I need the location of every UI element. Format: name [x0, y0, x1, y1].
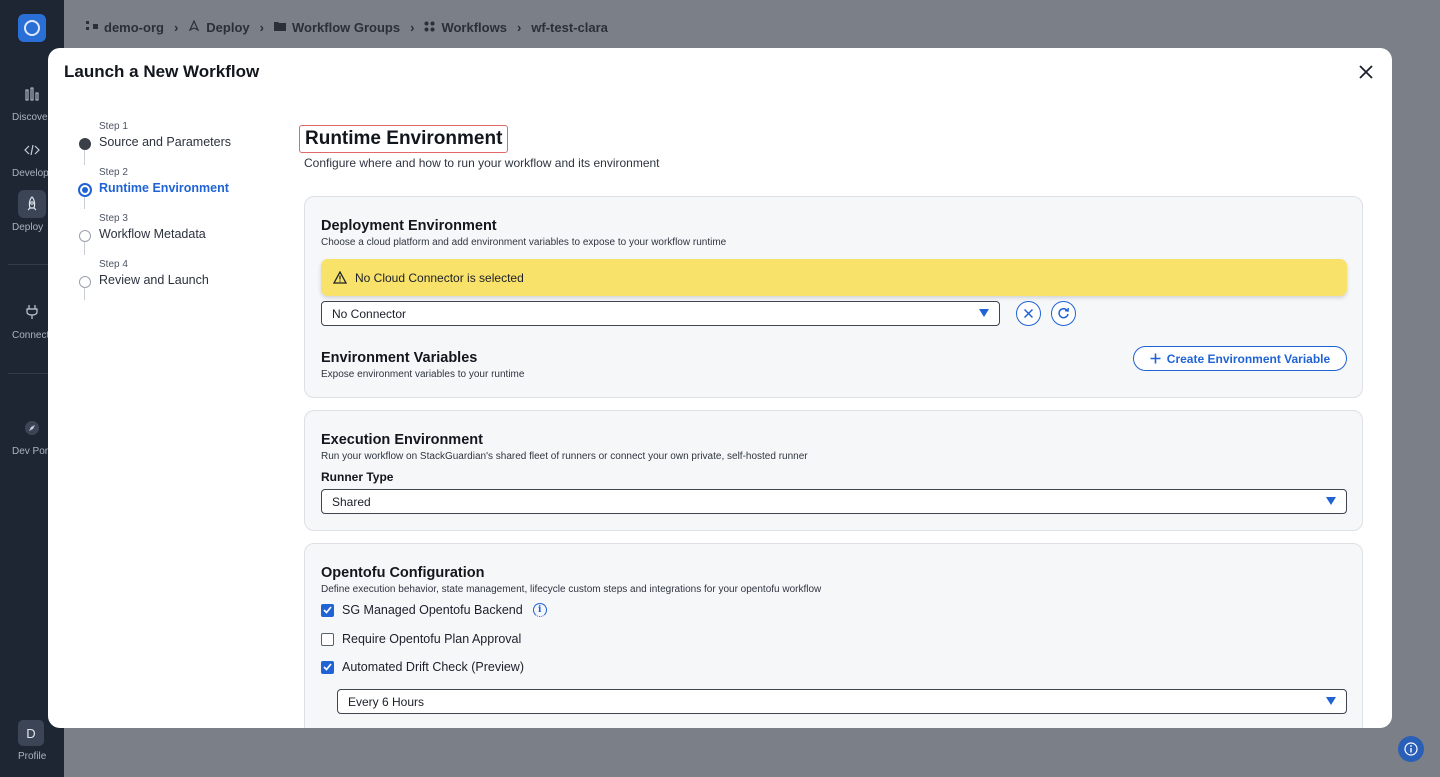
section-description: Run your workflow on StackGuardian's sha…: [321, 451, 808, 462]
runner-type-label: Runner Type: [321, 470, 394, 484]
close-icon: [1023, 308, 1034, 319]
avatar[interactable]: D: [18, 720, 44, 746]
breadcrumb-item-current: wf-test-clara: [531, 20, 608, 35]
create-env-var-button[interactable]: Create Environment Variable: [1133, 346, 1347, 371]
select-value: Shared: [332, 494, 371, 509]
section-description: Define execution behavior, state managem…: [321, 584, 822, 595]
grid-icon: [424, 21, 435, 35]
stepper: Step 1 Source and Parameters Step 2 Runt…: [76, 120, 276, 304]
step-label: Workflow Metadata: [99, 227, 206, 241]
info-icon[interactable]: i: [532, 603, 547, 617]
plus-icon: [1150, 353, 1161, 364]
checkbox[interactable]: [321, 632, 334, 646]
plan-approval-option[interactable]: Require Opentofu Plan Approval: [321, 632, 521, 646]
select-value: Every 6 Hours: [348, 694, 425, 709]
breadcrumb-item-workflows[interactable]: Workflows: [424, 20, 507, 35]
page-title: Runtime Environment: [299, 125, 509, 153]
caret-down-icon: [1326, 697, 1336, 705]
breadcrumb-label: Workflows: [441, 20, 507, 35]
sg-managed-backend-option[interactable]: SG Managed Opentofu Backend i: [321, 603, 547, 617]
info-icon: [1404, 742, 1418, 756]
compass-icon: [18, 414, 46, 442]
breadcrumb-label: Workflow Groups: [291, 20, 401, 35]
select-value: No Connector: [332, 306, 407, 321]
app-logo[interactable]: [18, 14, 46, 42]
step-label: Runtime Environment: [99, 181, 229, 195]
bar-chart-icon: [18, 80, 46, 108]
env-vars-title: Environment Variables: [321, 350, 478, 366]
org-icon: [86, 21, 98, 34]
chevron-right-icon: ›: [173, 20, 179, 35]
breadcrumb: demo-org › Deploy › Workflow Groups › Wo…: [86, 19, 608, 35]
no-connector-alert: No Cloud Connector is selected: [321, 259, 1347, 296]
profile-label: Profile: [18, 751, 47, 762]
caret-down-icon: [1326, 497, 1336, 505]
refresh-icon: [1058, 307, 1070, 319]
breadcrumb-label: wf-test-clara: [531, 20, 608, 35]
step-source-parameters[interactable]: Step 1 Source and Parameters: [76, 121, 276, 166]
chevron-right-icon: ›: [410, 20, 415, 35]
step-label: Review and Launch: [99, 273, 209, 287]
step-number: Step 1: [99, 121, 128, 132]
help-button[interactable]: [1398, 736, 1424, 762]
close-icon: [1359, 65, 1373, 79]
step-number: Step 3: [99, 213, 128, 224]
alert-text: No Cloud Connector is selected: [355, 270, 524, 285]
drift-interval-select[interactable]: Every 6 Hours: [337, 689, 1347, 714]
section-description: Choose a cloud platform and add environm…: [321, 237, 727, 248]
breadcrumb-item-deploy[interactable]: Deploy: [188, 19, 250, 35]
runner-type-select[interactable]: Shared: [321, 489, 1347, 514]
step-pending-icon: [79, 276, 91, 288]
checkbox[interactable]: [321, 660, 334, 674]
section-title: Deployment Environment: [321, 218, 497, 234]
check-icon: [323, 606, 332, 614]
option-label: Automated Drift Check (Preview): [342, 660, 525, 674]
drift-check-option[interactable]: Automated Drift Check (Preview): [321, 660, 524, 674]
opentofu-configuration-card: Opentofu Configuration Define execution …: [304, 543, 1363, 728]
breadcrumb-label: Deploy: [206, 20, 250, 35]
code-icon: [18, 136, 46, 164]
step-pending-icon: [79, 230, 91, 242]
execution-environment-card: Execution Environment Run your workflow …: [304, 410, 1363, 531]
check-icon: [323, 663, 332, 671]
option-label: Require Opentofu Plan Approval: [342, 632, 522, 646]
step-workflow-metadata[interactable]: Step 3 Workflow Metadata: [76, 213, 276, 258]
close-button[interactable]: [1354, 60, 1378, 84]
clear-connector-button[interactable]: [1016, 301, 1041, 326]
cloud-connector-select[interactable]: No Connector: [321, 301, 1000, 326]
breadcrumb-item-workflow-groups[interactable]: Workflow Groups: [273, 20, 401, 35]
chevron-right-icon: ›: [259, 20, 264, 35]
launch-workflow-modal: Launch a New Workflow Step 1 Source and …: [48, 48, 1392, 728]
section-title: Opentofu Configuration: [321, 565, 485, 581]
refresh-connectors-button[interactable]: [1051, 301, 1076, 326]
step-active-icon: [78, 183, 92, 197]
plug-icon: [18, 298, 46, 326]
rocket-icon: [188, 19, 200, 35]
button-label: Create Environment Variable: [1166, 351, 1331, 366]
warning-icon: [333, 271, 347, 284]
chevron-right-icon: ›: [516, 20, 522, 35]
step-review-launch[interactable]: Step 4 Review and Launch: [76, 259, 276, 304]
breadcrumb-item-org[interactable]: demo-org: [86, 20, 164, 35]
step-number: Step 4: [99, 259, 128, 270]
rocket-icon: [18, 190, 46, 218]
step-number: Step 2: [99, 167, 128, 178]
deployment-environment-card: Deployment Environment Choose a cloud pl…: [304, 196, 1363, 398]
folder-icon: [273, 21, 286, 34]
caret-down-icon: [979, 309, 989, 317]
step-label: Source and Parameters: [99, 135, 232, 149]
checkbox[interactable]: [321, 603, 334, 617]
section-title: Execution Environment: [321, 432, 483, 448]
step-complete-icon: [79, 138, 91, 150]
page-subtitle: Configure where and how to run your work…: [304, 156, 660, 170]
step-runtime-environment[interactable]: Step 2 Runtime Environment: [76, 167, 276, 212]
option-label: SG Managed Opentofu Backend: [342, 603, 523, 617]
env-vars-description: Expose environment variables to your run…: [321, 369, 525, 380]
breadcrumb-label: demo-org: [104, 20, 164, 35]
modal-title: Launch a New Workflow: [64, 62, 260, 81]
